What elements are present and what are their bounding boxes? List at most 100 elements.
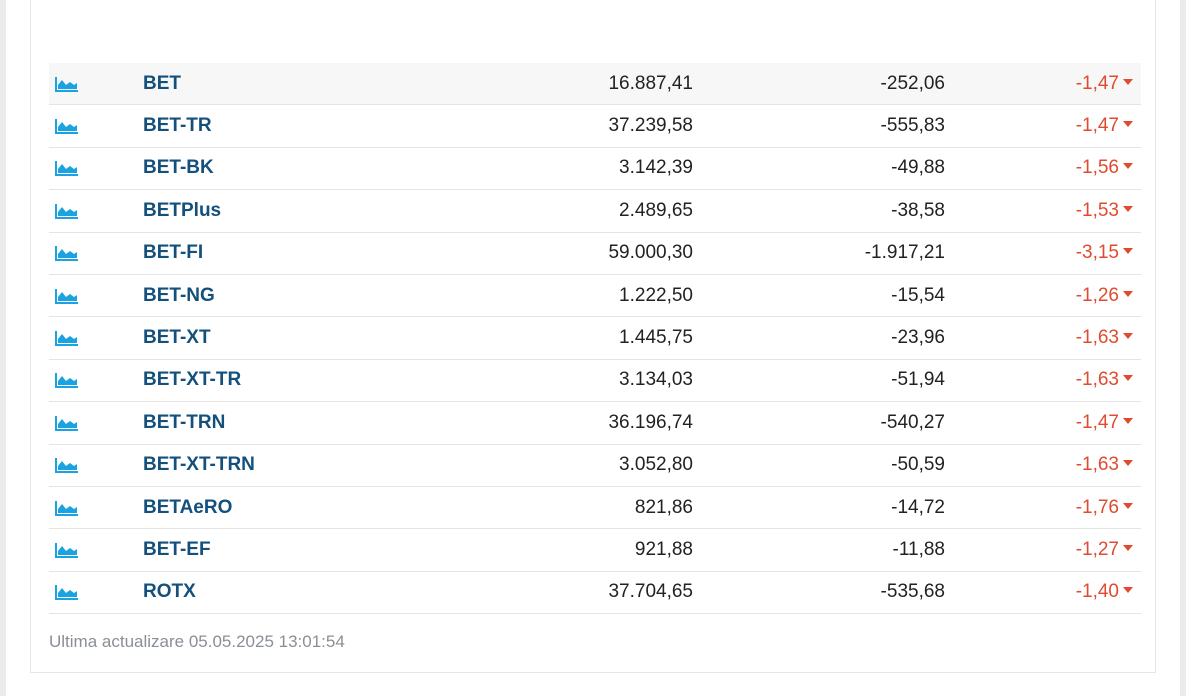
index-change: -15,54 [891,284,945,306]
index-value: 821,86 [634,496,693,518]
table-row: BETAeRO 821,86 -14,72 -1,76 [49,487,1141,530]
index-name-link[interactable]: BET-EF [143,529,211,570]
table-row: BET-FI 59.000,30 -1.917,21 -3,15 [49,233,1141,275]
percent-text: -1,63 [1075,369,1119,391]
percent-text: -1,53 [1075,199,1119,221]
down-caret-icon [1123,121,1133,128]
percent-text: -1,63 [1075,327,1119,349]
index-value: 3.142,39 [619,157,693,179]
area-chart-icon[interactable] [55,233,81,274]
index-value: 1.222,50 [619,284,693,306]
area-chart-icon[interactable] [55,572,81,613]
down-caret-icon [1123,460,1133,467]
index-change: -23,96 [891,327,945,349]
index-change: -535,68 [880,581,945,603]
index-value: 3.052,80 [619,454,693,476]
index-change: -38,58 [891,199,945,221]
percent-text: -1,76 [1075,496,1119,518]
index-change-percent: -3,15 [1076,233,1133,274]
percent-text: -1,47 [1075,72,1119,94]
index-change-percent: -1,26 [1076,275,1133,316]
index-change-percent: -1,27 [1076,529,1133,570]
index-change-percent: -1,40 [1076,572,1133,613]
table-row: BET 16.887,41 -252,06 -1,47 [49,63,1141,106]
index-name-link[interactable]: ROTX [143,572,196,613]
index-name-link[interactable]: BET-TR [143,105,212,146]
index-change: -1.917,21 [864,242,945,264]
index-name-link[interactable]: BET-TRN [143,402,225,443]
index-value: 2.489,65 [619,199,693,221]
table-row: ROTX 37.704,65 -535,68 -1,40 [49,572,1141,615]
index-change: -14,72 [891,496,945,518]
index-value: 36.196,74 [608,411,693,433]
down-caret-icon [1123,248,1133,255]
down-caret-icon [1123,417,1133,424]
index-value: 37.704,65 [608,581,693,603]
percent-text: -1,26 [1075,284,1119,306]
area-chart-icon[interactable] [55,487,81,528]
table-row: BET-XT 1.445,75 -23,96 -1,63 [49,317,1141,360]
index-change-percent: -1,47 [1076,63,1133,104]
index-value: 16.887,41 [608,72,693,94]
percent-text: -1,47 [1075,411,1119,433]
area-chart-icon[interactable] [55,445,81,486]
index-name-link[interactable]: BET-XT-TR [143,360,241,401]
down-caret-icon [1123,290,1133,297]
percent-text: -1,40 [1075,581,1119,603]
index-name-link[interactable]: BET-FI [143,233,203,274]
percent-text: -3,15 [1075,242,1119,264]
index-change-percent: -1,63 [1076,317,1133,358]
last-update-text: Ultima actualizare 05.05.2025 13:01:54 [49,632,345,651]
area-chart-icon[interactable] [55,317,81,358]
table-row: BET-TR 37.239,58 -555,83 -1,47 [49,105,1141,148]
index-change-percent: -1,47 [1076,105,1133,146]
down-caret-icon [1123,205,1133,212]
index-change: -49,88 [891,157,945,179]
index-change-percent: -1,63 [1076,445,1133,486]
index-value: 921,88 [634,538,693,560]
table-row: BET-TRN 36.196,74 -540,27 -1,47 [49,402,1141,445]
index-name-link[interactable]: BET [143,63,181,104]
area-chart-icon[interactable] [55,360,81,401]
area-chart-icon[interactable] [55,275,81,316]
index-name-link[interactable]: BETPlus [143,190,221,231]
table-row: BET-NG 1.222,50 -15,54 -1,26 [49,275,1141,318]
index-change: -51,94 [891,369,945,391]
index-value: 59.000,30 [608,242,693,264]
page-left-border [0,0,6,696]
index-change: -50,59 [891,454,945,476]
index-name-link[interactable]: BET-NG [143,275,215,316]
percent-text: -1,27 [1075,538,1119,560]
down-caret-icon [1123,502,1133,509]
area-chart-icon[interactable] [55,63,81,104]
down-caret-icon [1123,163,1133,170]
index-name-link[interactable]: BET-BK [143,148,214,189]
area-chart-icon[interactable] [55,529,81,570]
percent-text: -1,47 [1075,115,1119,137]
index-name-link[interactable]: BET-XT-TRN [143,445,255,486]
index-change-percent: -1,76 [1076,487,1133,528]
index-value: 3.134,03 [619,369,693,391]
index-value: 1.445,75 [619,327,693,349]
down-caret-icon [1123,78,1133,85]
percent-text: -1,63 [1075,454,1119,476]
index-value: 37.239,58 [608,115,693,137]
index-change-percent: -1,56 [1076,148,1133,189]
area-chart-icon[interactable] [55,148,81,189]
table-row: BET-XT-TRN 3.052,80 -50,59 -1,63 [49,445,1141,487]
area-chart-icon[interactable] [55,105,81,146]
table-row: BET-EF 921,88 -11,88 -1,27 [49,529,1141,572]
down-caret-icon [1123,544,1133,551]
area-chart-icon[interactable] [55,190,81,231]
percent-text: -1,56 [1075,157,1119,179]
indices-panel: BET 16.887,41 -252,06 -1,47 BET-TR 37.239,58 -… [30,0,1156,673]
index-change-percent: -1,63 [1076,360,1133,401]
index-name-link[interactable]: BETAeRO [143,487,232,528]
down-caret-icon [1123,333,1133,340]
index-name-link[interactable]: BET-XT [143,317,211,358]
index-change-percent: -1,53 [1076,190,1133,231]
index-change: -11,88 [892,538,945,560]
index-change: -540,27 [880,411,945,433]
area-chart-icon[interactable] [55,402,81,443]
indices-table: BET 16.887,41 -252,06 -1,47 BET-TR 37.239,58 -… [49,63,1141,615]
